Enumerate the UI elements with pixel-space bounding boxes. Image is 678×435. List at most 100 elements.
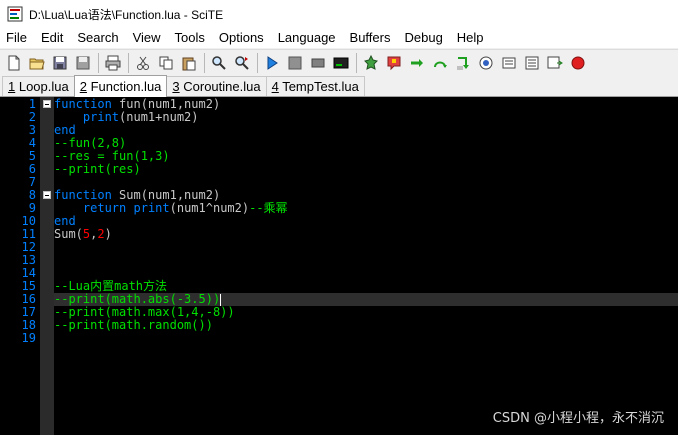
line-number: 19: [21, 331, 36, 345]
save-file-button[interactable]: [49, 52, 71, 74]
replace-button[interactable]: [231, 52, 253, 74]
step-out-button[interactable]: [475, 52, 497, 74]
tab-label: Coroutine.lua: [179, 79, 261, 94]
tab-label: Function.lua: [86, 79, 162, 94]
code-token: function: [54, 97, 112, 111]
code-token: --print(res): [54, 162, 141, 176]
build-button[interactable]: [284, 52, 306, 74]
code-line[interactable]: return print(num1^num2)--乘幂: [54, 202, 288, 215]
go-button[interactable]: [307, 52, 329, 74]
menu-options[interactable]: Options: [212, 28, 271, 48]
stack-button[interactable]: [544, 52, 566, 74]
stack-icon: [547, 56, 563, 68]
output-button[interactable]: [360, 52, 382, 74]
tab-number: 3: [172, 79, 180, 94]
step-into-icon: [457, 56, 469, 70]
step-into-button[interactable]: [452, 52, 474, 74]
code-token: ): [104, 227, 112, 241]
toolbar-separator: [98, 52, 99, 73]
code-token: end: [54, 214, 76, 228]
locals-icon: [525, 56, 539, 69]
find-icon: [212, 55, 226, 70]
tab-coroutine-lua[interactable]: 3 Coroutine.lua: [166, 76, 267, 96]
menu-edit[interactable]: Edit: [34, 28, 70, 48]
open-file-button[interactable]: [26, 52, 48, 74]
save-all-button[interactable]: [72, 52, 94, 74]
code-area[interactable]: function fun(num1,num2) print(num1+num2)…: [54, 97, 678, 435]
locals-button[interactable]: [521, 52, 543, 74]
code-line[interactable]: --print(math.random()): [54, 319, 213, 332]
menu-help[interactable]: Help: [450, 28, 491, 48]
code-token: Sum(num1,num2): [111, 188, 221, 202]
print-icon: [105, 55, 121, 70]
menu-file[interactable]: File: [0, 28, 34, 48]
code-token: --Lua内置math方法: [54, 279, 168, 293]
output-icon: [364, 54, 378, 70]
debug-run-icon: [387, 56, 401, 70]
code-token: end: [54, 123, 76, 137]
text-caret: [220, 293, 222, 306]
code-token: 2: [97, 227, 105, 241]
code-token: --print(math.abs(-3.5)): [54, 292, 221, 306]
fold-toggle[interactable]: [43, 100, 51, 108]
code-token: --fun(2,8): [54, 136, 127, 150]
replace-icon: [235, 55, 249, 70]
debug-break-button[interactable]: [406, 52, 428, 74]
paste-icon: [182, 57, 196, 70]
build-icon: [288, 56, 302, 69]
print-button[interactable]: [102, 52, 124, 74]
code-token: --print(math.random()): [54, 318, 213, 332]
tab-number: 4: [271, 79, 279, 94]
paste-button[interactable]: [178, 52, 200, 74]
toolbar-separator: [204, 52, 205, 73]
tab-label: Loop.lua: [15, 79, 69, 94]
go-icon: [311, 58, 325, 67]
menu-search[interactable]: Search: [70, 28, 125, 48]
watch-button[interactable]: [498, 52, 520, 74]
fold-margin[interactable]: [40, 97, 54, 435]
step-over-button[interactable]: [429, 52, 451, 74]
menu-debug[interactable]: Debug: [397, 28, 449, 48]
code-editor[interactable]: 1 2 3 4 5 6 7 8 9 10 11 12 13 14 15 16 17 18 19 function f…: [0, 97, 678, 435]
code-token: (num1+num2): [119, 110, 199, 124]
scite-app-icon: [7, 6, 23, 22]
code-token: function: [54, 188, 112, 202]
breakpoint-icon: [571, 56, 585, 69]
debug-run-button[interactable]: [383, 52, 405, 74]
watch-icon: [502, 57, 516, 68]
tab-temptest-lua[interactable]: 4 TempTest.lua: [265, 76, 365, 96]
menu-view[interactable]: View: [126, 28, 168, 48]
menu-buffers[interactable]: Buffers: [343, 28, 398, 48]
step-out-icon: [479, 56, 493, 69]
fold-toggle[interactable]: [43, 191, 51, 199]
stop-icon: [333, 57, 349, 68]
code-token: --乘幂: [249, 201, 288, 215]
toolbar-separator: [257, 52, 258, 73]
find-button[interactable]: [208, 52, 230, 74]
code-token: print: [82, 110, 120, 124]
stop-button[interactable]: [330, 52, 352, 74]
watermark: CSDN @小程小程，永不消沉: [492, 411, 664, 426]
tab-loop-lua[interactable]: 1 Loop.lua: [2, 76, 75, 96]
code-line[interactable]: Sum(5,2): [54, 228, 112, 241]
code-token: return: [82, 201, 127, 215]
breakpoint-button[interactable]: [567, 52, 589, 74]
menu-language[interactable]: Language: [271, 28, 343, 48]
menu-tools[interactable]: Tools: [168, 28, 212, 48]
new-file-icon: [8, 55, 20, 70]
code-token: --res = fun(1,3): [54, 149, 170, 163]
new-file-button[interactable]: [3, 52, 25, 74]
compile-button[interactable]: [261, 52, 283, 74]
code-token: print: [133, 201, 170, 215]
code-line[interactable]: --print(res): [54, 163, 141, 176]
toolbar-separator: [356, 52, 357, 73]
step-over-icon: [434, 61, 447, 68]
tab-function-lua[interactable]: 2 Function.lua: [73, 75, 168, 97]
debug-break-icon: [411, 58, 423, 67]
tab-number: 2: [79, 79, 87, 94]
cut-button[interactable]: [132, 52, 154, 74]
toolbar-separator: [128, 52, 129, 73]
copy-button[interactable]: [155, 52, 177, 74]
copy-icon: [159, 56, 173, 69]
